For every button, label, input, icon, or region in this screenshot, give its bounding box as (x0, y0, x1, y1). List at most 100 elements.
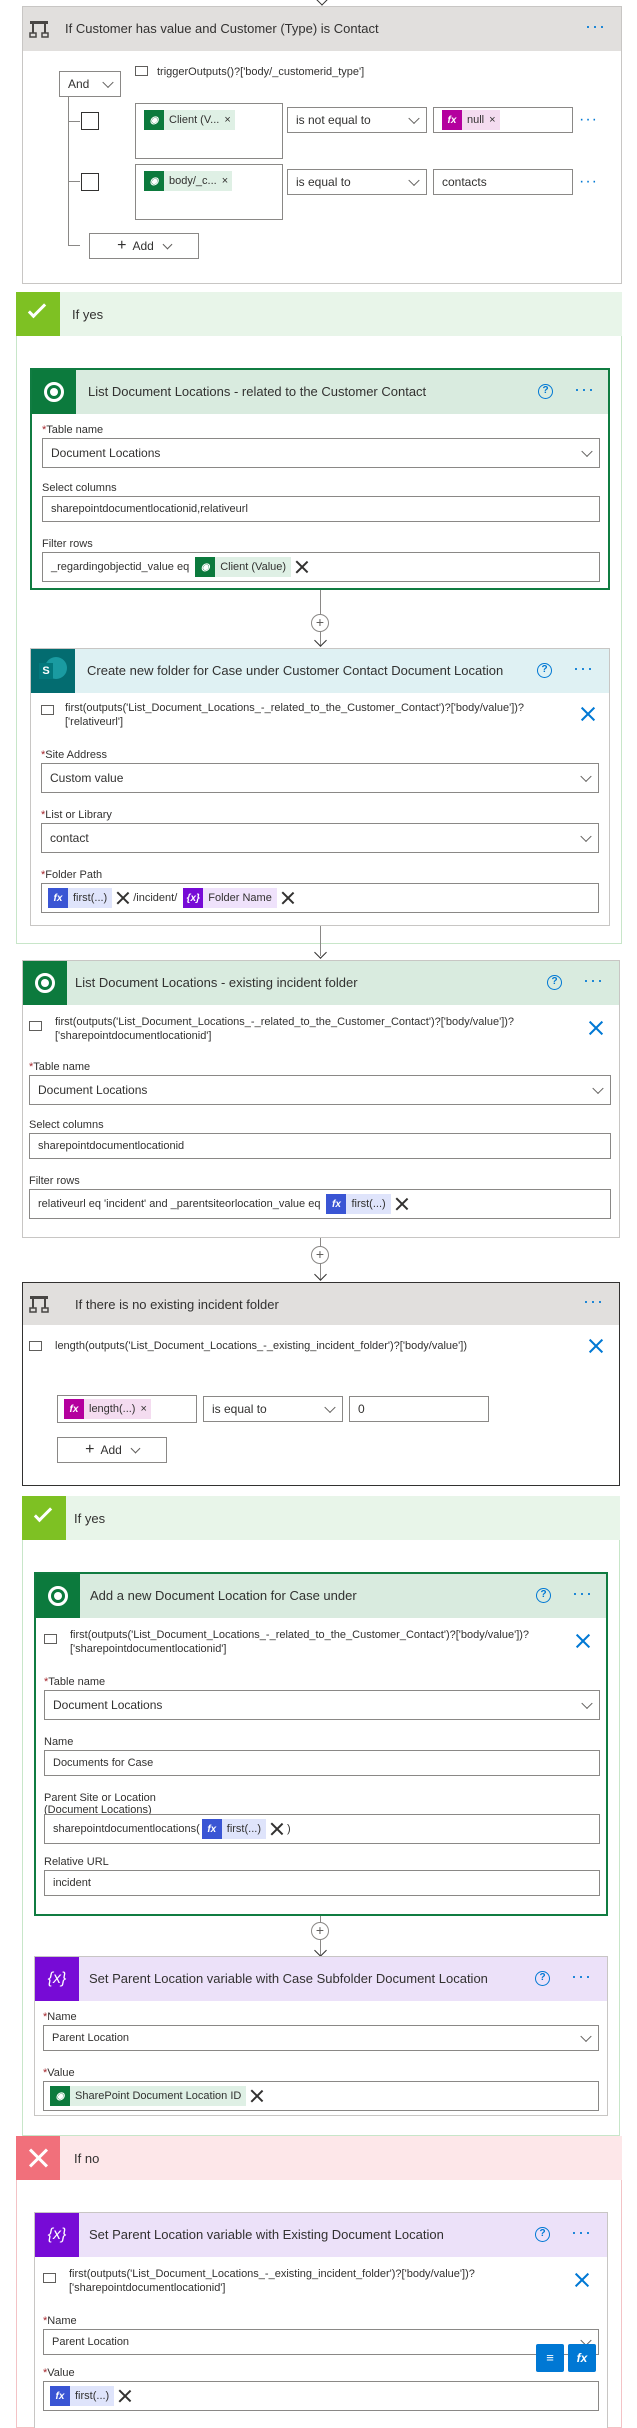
remove-token-icon[interactable] (251, 2090, 263, 2102)
parent-location-input[interactable]: sharepointdocumentlocations( fx first(..… (44, 1814, 600, 1844)
variable-name-dropdown[interactable]: Parent Location (43, 2025, 599, 2051)
help-icon[interactable]: ? (535, 1971, 550, 1986)
site-address-dropdown[interactable]: Custom value (41, 763, 599, 793)
right-token[interactable]: fx null × (442, 110, 500, 130)
help-icon[interactable]: ? (537, 663, 552, 678)
name-label: Name (44, 1736, 74, 1748)
select-columns-input[interactable]: sharepointdocumentlocationid (29, 1133, 611, 1159)
filter-rows-input[interactable]: _regardingobjectid_value eq ◉ Client (Va… (42, 552, 600, 582)
left-token[interactable]: fx length(...) × (64, 1399, 151, 1419)
add-condition-button[interactable]: + Add (89, 233, 199, 259)
relative-url-input[interactable]: incident (44, 1870, 600, 1896)
remove-token-icon[interactable] (119, 2390, 131, 2402)
filter-token[interactable]: fx first(...) (326, 1194, 391, 1214)
filter-rows-input[interactable]: relativeurl eq 'incident' and _parentsit… (29, 1189, 611, 1219)
action-header[interactable]: List Document Locations - related to the… (32, 370, 608, 414)
path-token-first[interactable]: fx first(...) (48, 888, 113, 908)
close-expression-icon[interactable] (589, 1021, 603, 1035)
connector-arrow (314, 1268, 327, 1281)
remove-token-icon[interactable] (396, 1198, 408, 1210)
close-expression-icon[interactable] (575, 2273, 589, 2287)
remove-token-icon[interactable]: × (222, 175, 228, 187)
more-options-icon[interactable]: ··· (583, 1292, 604, 1310)
dynamic-content-button[interactable]: ≡ (536, 2344, 564, 2372)
operator-dropdown[interactable]: is equal to (287, 169, 427, 195)
select-columns-input[interactable]: sharepointdocumentlocationid,relativeurl (42, 496, 600, 522)
logic-and-dropdown[interactable]: And (59, 71, 121, 97)
condition-right-operand[interactable]: 0 (349, 1396, 489, 1422)
value-token[interactable]: ◉ SharePoint Document Location ID (50, 2086, 247, 2106)
remove-token-icon[interactable] (117, 892, 129, 904)
condition-left-operand[interactable]: ◉ Client (V... × (135, 103, 283, 159)
insert-step-icon[interactable]: + (311, 1922, 329, 1940)
more-options-icon[interactable]: ··· (573, 659, 594, 677)
variable-name-dropdown[interactable]: Parent Location (43, 2329, 599, 2355)
close-expression-icon[interactable] (589, 1339, 603, 1353)
condition-right-operand[interactable]: fx null × (433, 107, 573, 133)
row-checkbox[interactable] (81, 112, 99, 130)
help-icon[interactable]: ? (536, 1588, 551, 1603)
operator-dropdown[interactable]: is not equal to (287, 107, 427, 133)
help-icon[interactable]: ? (538, 384, 553, 399)
value-token[interactable]: fx first(...) (50, 2386, 115, 2406)
action-header[interactable]: {x} Set Parent Location variable with Ex… (35, 2213, 607, 2257)
remove-token-icon[interactable] (271, 1823, 283, 1835)
more-options-icon[interactable]: ··· (583, 971, 604, 989)
more-options-icon[interactable]: ··· (574, 380, 595, 398)
name-input[interactable]: Documents for Case (44, 1750, 600, 1776)
path-token-folder-name[interactable]: {x} Folder Name (183, 888, 277, 908)
variable-value-input[interactable]: ◉ SharePoint Document Location ID (43, 2081, 599, 2111)
operator-dropdown[interactable]: is equal to (203, 1396, 343, 1422)
more-options-icon[interactable]: ··· (571, 2223, 592, 2241)
condition-left-operand[interactable]: fx length(...) × (57, 1395, 197, 1423)
condition-header[interactable]: If there is no existing incident folder … (23, 1283, 619, 1325)
more-options-icon[interactable]: ··· (571, 1967, 592, 1985)
parent-token[interactable]: fx first(...) (201, 1819, 266, 1839)
more-options-icon[interactable]: ··· (572, 1584, 593, 1602)
action-title: Create new folder for Case under Custome… (87, 663, 504, 678)
name-value: Documents for Case (53, 1757, 154, 1769)
action-header[interactable]: S Create new folder for Case under Custo… (31, 649, 609, 693)
if-yes-header[interactable]: If yes (22, 1496, 620, 1540)
help-icon[interactable]: ? (547, 975, 562, 990)
action-header[interactable]: {x} Set Parent Location variable with Ca… (35, 1957, 607, 2001)
condition-header[interactable]: If Customer has value and Customer (Type… (23, 7, 621, 51)
close-expression-icon[interactable] (576, 1634, 590, 1648)
action-header[interactable]: Add a new Document Location for Case und… (36, 1574, 606, 1618)
row-more-options-icon[interactable]: ··· (579, 112, 598, 128)
fx-icon: fx (326, 1194, 347, 1214)
list-library-dropdown[interactable]: contact (41, 823, 599, 853)
filter-token[interactable]: ◉ Client (Value) (195, 557, 292, 577)
remove-token-icon[interactable] (296, 561, 308, 573)
table-name-dropdown[interactable]: Document Locations (42, 438, 600, 468)
remove-token-icon[interactable] (282, 892, 294, 904)
remove-token-icon[interactable]: × (140, 1403, 146, 1415)
help-icon[interactable]: ? (535, 2227, 550, 2242)
condition-right-operand[interactable]: contacts (433, 169, 573, 195)
path-text: /incident/ (133, 892, 178, 904)
folder-path-input[interactable]: fx first(...) /incident/ {x} Folder Name (41, 883, 599, 913)
more-options-icon[interactable]: ··· (585, 17, 606, 35)
action-card-create-folder: S Create new folder for Case under Custo… (30, 648, 610, 926)
insert-step-icon[interactable]: + (311, 1246, 329, 1264)
left-token[interactable]: ◉ Client (V... × (144, 110, 235, 130)
expression-button[interactable]: fx (568, 2344, 596, 2372)
table-name-dropdown[interactable]: Document Locations (44, 1690, 600, 1720)
variable-name-value: Parent Location (52, 2032, 130, 2044)
insert-step-icon[interactable]: + (311, 614, 329, 632)
row-checkbox[interactable] (81, 173, 99, 191)
variable-value-input[interactable]: fx first(...) (43, 2381, 599, 2411)
close-expression-icon[interactable] (581, 707, 595, 721)
if-no-header[interactable]: If no (16, 2136, 622, 2180)
add-condition-button[interactable]: + Add (57, 1437, 167, 1463)
row-more-options-icon[interactable]: ··· (579, 174, 598, 190)
condition-expression: triggerOutputs()?['body/_customerid_type… (157, 66, 365, 78)
remove-token-icon[interactable]: × (224, 114, 230, 126)
table-name-dropdown[interactable]: Document Locations (29, 1075, 611, 1105)
left-token[interactable]: ◉ body/_c... × (144, 171, 233, 191)
path-token-label: Folder Name (208, 892, 272, 904)
condition-left-operand[interactable]: ◉ body/_c... × (135, 164, 283, 220)
action-header[interactable]: List Document Locations - existing incid… (23, 961, 619, 1005)
remove-token-icon[interactable]: × (489, 114, 495, 126)
if-yes-header[interactable]: If yes (16, 292, 622, 336)
